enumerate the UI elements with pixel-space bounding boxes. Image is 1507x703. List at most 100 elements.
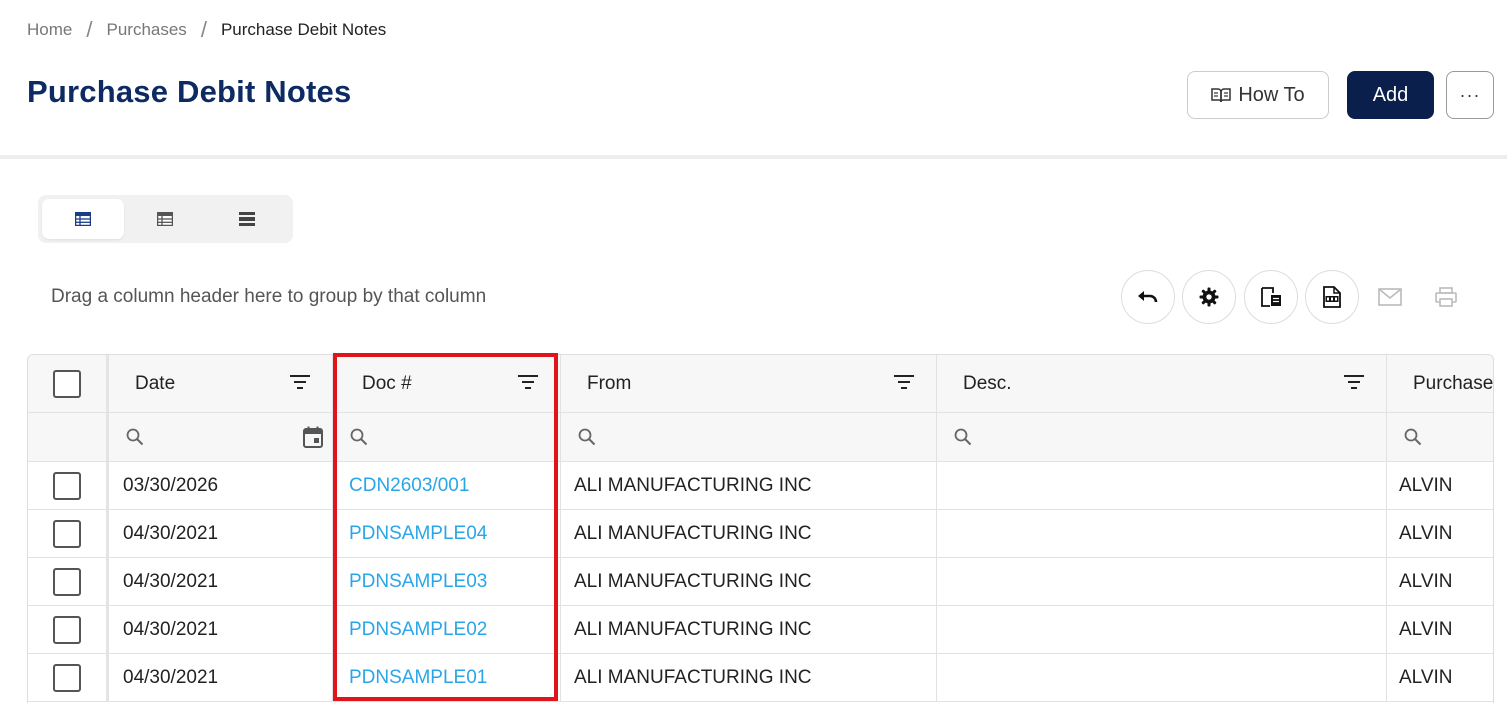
table-view-button[interactable] [42, 199, 124, 239]
cell-doc: PDNSAMPLE01 [333, 654, 561, 701]
doc-link[interactable]: PDNSAMPLE03 [349, 571, 487, 593]
cell-desc [937, 510, 1387, 557]
doc-link[interactable]: CDN2603/001 [349, 475, 469, 497]
cell-desc [937, 654, 1387, 701]
cell-date: 04/30/2021 [109, 654, 333, 701]
cell-purchaser: ALVIN [1399, 666, 1453, 688]
search-icon [350, 428, 368, 446]
grid-filter-row [28, 413, 1493, 462]
filter-menu-icon[interactable] [894, 374, 914, 390]
cell-doc: PDNSAMPLE02 [333, 606, 561, 653]
column-header-from[interactable]: From [561, 355, 937, 412]
undo-icon [1138, 291, 1158, 303]
column-label: From [587, 372, 632, 394]
cell-purchaser: ALVIN [1399, 522, 1453, 544]
row-select-cell [28, 558, 109, 605]
compact-view-button[interactable] [124, 199, 206, 239]
export-excel-button[interactable] [1244, 270, 1298, 324]
more-options-button[interactable]: ··· [1446, 71, 1494, 119]
list-view-icon [239, 212, 255, 226]
filter-date[interactable] [109, 413, 333, 461]
view-mode-toggle [38, 195, 293, 243]
header-divider [0, 155, 1507, 159]
cell-doc: CDN2603/001 [333, 462, 561, 509]
gear-icon [1199, 287, 1219, 307]
filter-menu-icon[interactable] [518, 374, 538, 390]
select-all-cell [28, 355, 109, 412]
column-label: Purchase [1413, 372, 1494, 394]
cell-from: ALI MANUFACTURING INC [561, 462, 937, 509]
cell-from: ALI MANUFACTURING INC [561, 654, 937, 701]
search-icon [1404, 428, 1422, 446]
row-select-cell [28, 606, 109, 653]
doc-link[interactable]: PDNSAMPLE04 [349, 523, 487, 545]
export-pdf-icon [1323, 286, 1341, 308]
doc-link[interactable]: PDNSAMPLE02 [349, 619, 487, 641]
column-header-date[interactable]: Date [109, 355, 333, 412]
column-header-purchaser[interactable]: Purchase [1387, 355, 1494, 412]
undo-button[interactable] [1121, 270, 1175, 324]
cell-from: ALI MANUFACTURING INC [561, 558, 937, 605]
cell-date: 04/30/2021 [109, 510, 333, 557]
row-checkbox[interactable] [53, 519, 81, 548]
email-button[interactable] [1375, 282, 1405, 312]
group-by-hint: Drag a column header here to group by th… [51, 286, 487, 307]
column-header-doc[interactable]: Doc # [333, 355, 561, 412]
breadcrumb-current: Purchase Debit Notes [220, 20, 387, 39]
cell-desc [937, 606, 1387, 653]
column-header-desc[interactable]: Desc. [937, 355, 1387, 412]
filter-menu-icon[interactable] [1344, 374, 1364, 390]
cell-from: ALI MANUFACTURING INC [561, 606, 937, 653]
table-row[interactable]: 04/30/2021 PDNSAMPLE03 ALI MANUFACTURING… [28, 558, 1493, 606]
select-all-checkbox[interactable] [53, 369, 81, 398]
breadcrumb-purchases[interactable]: Purchases [106, 20, 186, 40]
page-title: Purchase Debit Notes [27, 74, 352, 109]
breadcrumb-separator: / [86, 17, 93, 42]
doc-link[interactable]: PDNSAMPLE01 [349, 667, 487, 689]
cell-date: 04/30/2021 [109, 606, 333, 653]
row-select-cell [28, 462, 109, 509]
book-icon [1211, 88, 1232, 103]
search-icon [578, 428, 596, 446]
filter-purchaser[interactable] [1387, 413, 1493, 461]
breadcrumb-home[interactable]: Home [27, 20, 72, 40]
mail-icon [1378, 288, 1402, 306]
table-row[interactable]: 04/30/2021 PDNSAMPLE04 ALI MANUFACTURING… [28, 510, 1493, 558]
add-button[interactable]: Add [1347, 71, 1434, 119]
row-checkbox[interactable] [53, 615, 81, 644]
how-to-button[interactable]: How To [1187, 71, 1329, 119]
breadcrumb: Home / Purchases / Purchase Debit Notes [27, 17, 387, 42]
export-excel-icon [1261, 287, 1281, 307]
calendar-icon[interactable] [303, 426, 323, 448]
filter-desc[interactable] [937, 413, 1387, 461]
row-checkbox[interactable] [53, 471, 81, 500]
table-row[interactable]: 04/30/2021 PDNSAMPLE02 ALI MANUFACTURING… [28, 606, 1493, 654]
cell-purchaser: ALVIN [1399, 570, 1453, 592]
filter-menu-icon[interactable] [290, 374, 310, 390]
cell-purchaser: ALVIN [1399, 618, 1453, 640]
table-view-icon [75, 212, 91, 226]
cell-from: ALI MANUFACTURING INC [561, 510, 937, 557]
grid-header-row: Date Doc # From Desc. Purchase [28, 355, 1494, 413]
table-row[interactable]: 03/30/2026 CDN2603/001 ALI MANUFACTURING… [28, 462, 1493, 510]
filter-from[interactable] [561, 413, 937, 461]
compact-view-icon [157, 212, 173, 226]
settings-button[interactable] [1182, 270, 1236, 324]
column-label: Desc. [963, 372, 1012, 394]
filter-doc[interactable] [333, 413, 561, 461]
row-select-cell [28, 510, 109, 557]
cell-date: 03/30/2026 [109, 462, 333, 509]
cell-purchaser: ALVIN [1399, 474, 1453, 496]
row-checkbox[interactable] [53, 663, 81, 692]
cell-doc: PDNSAMPLE04 [333, 510, 561, 557]
search-icon [954, 428, 972, 446]
table-row[interactable]: 04/30/2021 PDNSAMPLE01 ALI MANUFACTURING… [28, 654, 1493, 702]
print-icon [1435, 287, 1457, 307]
cell-desc [937, 462, 1387, 509]
list-view-button[interactable] [206, 199, 288, 239]
print-button[interactable] [1431, 282, 1461, 312]
export-pdf-button[interactable] [1305, 270, 1359, 324]
row-checkbox[interactable] [53, 567, 81, 596]
how-to-label: How To [1238, 83, 1305, 106]
cell-desc [937, 558, 1387, 605]
